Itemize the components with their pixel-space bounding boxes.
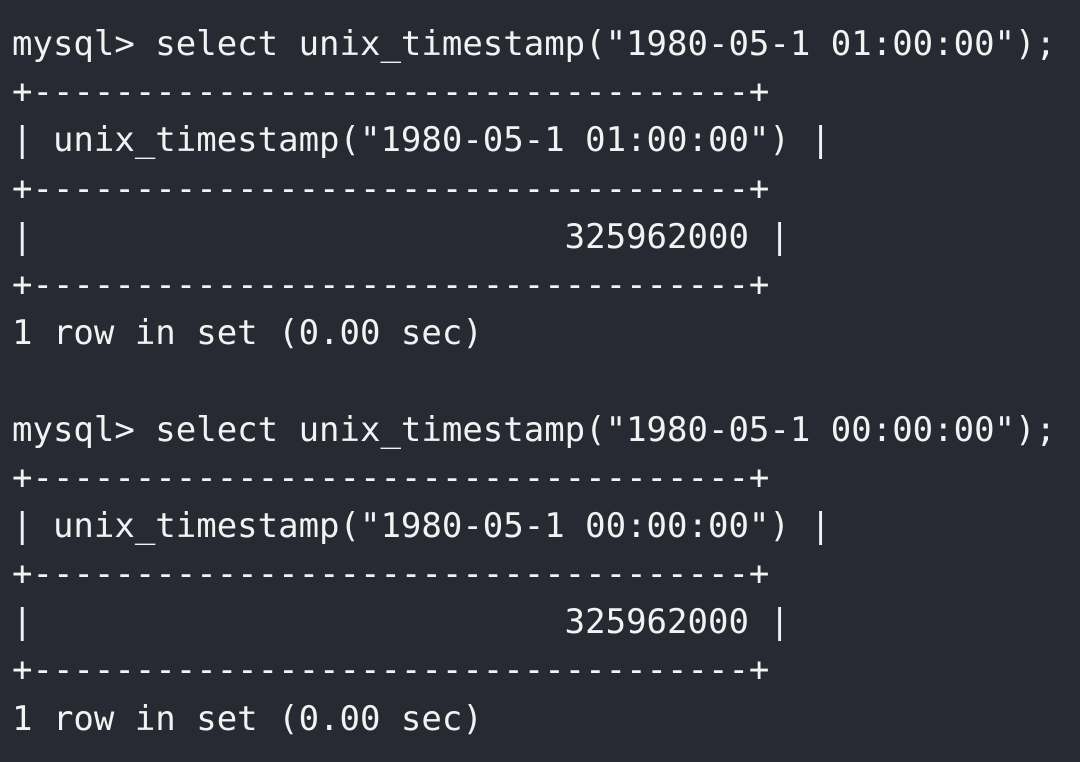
result-status: 1 row in set (0.00 sec) [12,698,483,739]
command-line: mysql> select unix_timestamp("1980-05-1 … [12,24,1056,64]
table-border-middle: +-----------------------------------+ [12,554,770,595]
table-header-row: | unix_timestamp("1980-05-1 00:00:00") | [12,505,831,546]
table-value-row: | 325962000 | [12,216,790,257]
result-status: 1 row in set (0.00 sec) [12,313,483,354]
terminal-window[interactable]: mysql> select unix_timestamp("1980-05-1 … [0,0,1080,762]
table-border-bottom: +-----------------------------------+ [12,264,770,305]
table-border-middle: +-----------------------------------+ [12,168,770,209]
command-line: mysql> select unix_timestamp("1980-05-1 … [12,409,1056,450]
table-header-row: | unix_timestamp("1980-05-1 01:00:00") | [12,120,831,161]
table-border-bottom: +-----------------------------------+ [12,650,770,691]
table-border-top: +-----------------------------------+ [12,457,770,498]
table-border-top: +-----------------------------------+ [12,72,770,113]
query-block-1: mysql> select unix_timestamp("1980-05-1 … [12,20,1080,357]
query-block-2: mysql> select unix_timestamp("1980-05-1 … [12,406,1080,743]
table-value-row: | 325962000 | [12,602,790,643]
